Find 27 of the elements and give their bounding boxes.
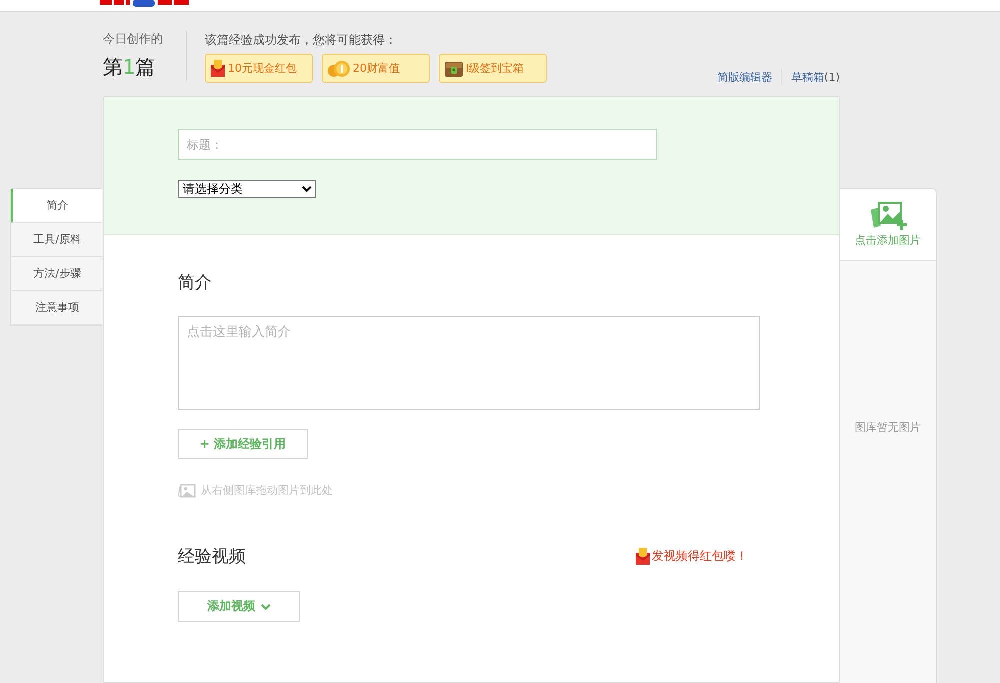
add-image-icon [869,202,907,230]
reward-label: 10元现金红包 [228,61,297,76]
chevron-down-icon [260,604,270,610]
empty-gallery-text: 图库暂无图片 [854,420,922,435]
reward-label: I级签到宝箱 [466,61,524,76]
created-count: 第1篇 [103,54,157,81]
created-label: 今日创作的 [103,31,164,48]
intro-field[interactable]: 点击这里输入简介 [178,316,760,410]
title-field[interactable]: 标题： [178,129,657,160]
reward-label: 20财富值 [353,61,400,76]
section-heading: 简介 [178,272,213,294]
drag-hint-text: 从右侧图库拖动图片到此处 [201,483,333,498]
coins-icon [328,60,350,78]
category-dropdown[interactable]: 请选择分类 [178,180,316,198]
section-tab[interactable]: 方法/步骤 [11,257,102,291]
envelope-icon [636,548,650,565]
section-tab[interactable]: 注意事项 [11,291,102,325]
section-heading: 经验视频 [178,546,246,568]
section-tab[interactable]: 简介 [11,189,102,223]
video-promo-link[interactable]: 发视频得红包喽！ [636,548,748,565]
image-icon [178,484,196,498]
treasure-chest-icon [445,60,463,77]
editor-link[interactable]: 简版编辑器 [717,70,772,84]
editor-link[interactable]: 草稿箱(1) [791,70,840,84]
envelope-icon [211,60,225,77]
section-tab[interactable]: 工具/原料 [11,223,102,257]
rewards-intro: 该篇经验成功发布，您将可能获得： [205,32,398,49]
